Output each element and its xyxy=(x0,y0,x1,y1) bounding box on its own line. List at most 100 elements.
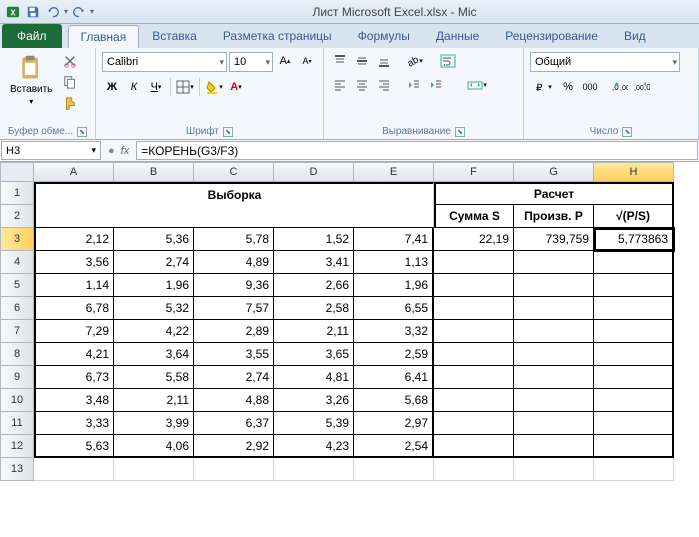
cell[interactable]: 2,11 xyxy=(114,389,194,412)
row-header-12[interactable]: 12 xyxy=(0,435,34,458)
tab-home[interactable]: Главная xyxy=(68,25,140,48)
cell[interactable]: 5,32 xyxy=(114,297,194,320)
fill-color-button[interactable]: ▾ xyxy=(204,78,224,96)
spreadsheet-grid[interactable]: A B C D E F G H 1 Выборка Расчет 2 Сумма… xyxy=(0,162,699,481)
cell[interactable]: 2,66 xyxy=(274,274,354,297)
tab-formulas[interactable]: Формулы xyxy=(345,24,423,48)
select-all-corner[interactable] xyxy=(0,162,34,182)
cell[interactable] xyxy=(594,458,674,481)
cell[interactable]: 3,99 xyxy=(114,412,194,435)
cell-root[interactable]: √(P/S) xyxy=(594,205,674,228)
align-left-icon[interactable] xyxy=(330,76,350,94)
row-header-6[interactable]: 6 xyxy=(0,297,34,320)
cell[interactable]: 5,63 xyxy=(34,435,114,458)
cell[interactable]: 2,54 xyxy=(354,435,434,458)
cell[interactable]: 4,88 xyxy=(194,389,274,412)
row-header-2[interactable]: 2 xyxy=(0,205,34,228)
cell[interactable] xyxy=(434,389,514,412)
cell[interactable] xyxy=(514,320,594,343)
font-launcher[interactable]: ⬊ xyxy=(223,127,233,137)
grow-font-icon[interactable]: A▴ xyxy=(275,52,295,70)
cell[interactable]: 2,92 xyxy=(194,435,274,458)
tab-layout[interactable]: Разметка страницы xyxy=(210,24,345,48)
cell[interactable] xyxy=(594,251,674,274)
font-name-combo[interactable]: Calibri xyxy=(102,52,227,72)
tab-view[interactable]: Вид xyxy=(611,24,659,48)
save-icon[interactable] xyxy=(24,3,42,21)
cell[interactable]: 1,14 xyxy=(34,274,114,297)
number-launcher[interactable]: ⬊ xyxy=(622,127,632,137)
col-header-B[interactable]: B xyxy=(114,162,194,182)
cell[interactable]: 3,48 xyxy=(34,389,114,412)
cell[interactable]: 6,37 xyxy=(194,412,274,435)
cell[interactable]: 7,29 xyxy=(34,320,114,343)
formula-input[interactable]: =КОРЕНЬ(G3/F3) xyxy=(136,141,698,160)
cell[interactable]: 3,55 xyxy=(194,343,274,366)
cell[interactable] xyxy=(34,458,114,481)
shrink-font-icon[interactable]: A▾ xyxy=(297,52,317,70)
clipboard-launcher[interactable]: ⬊ xyxy=(77,127,87,137)
cell[interactable]: 3,33 xyxy=(34,412,114,435)
row-header-5[interactable]: 5 xyxy=(0,274,34,297)
cell[interactable]: 7,57 xyxy=(194,297,274,320)
cell[interactable] xyxy=(594,343,674,366)
cell[interactable] xyxy=(434,366,514,389)
cell[interactable]: 1,52 xyxy=(274,228,354,251)
border-button[interactable]: ▾ xyxy=(175,78,195,96)
cell[interactable] xyxy=(514,251,594,274)
cell[interactable]: 6,41 xyxy=(354,366,434,389)
cell[interactable] xyxy=(594,435,674,458)
cell[interactable]: 2,12 xyxy=(34,228,114,251)
cell[interactable] xyxy=(434,251,514,274)
col-header-D[interactable]: D xyxy=(274,162,354,182)
cell[interactable] xyxy=(514,297,594,320)
col-header-G[interactable]: G xyxy=(514,162,594,182)
orientation-icon[interactable]: ab▾ xyxy=(404,52,424,70)
cell[interactable] xyxy=(114,458,194,481)
cell-sumS[interactable]: Сумма S xyxy=(434,205,514,228)
format-painter-icon[interactable] xyxy=(60,94,80,112)
cell[interactable]: 3,32 xyxy=(354,320,434,343)
row-header-3[interactable]: 3 xyxy=(0,228,34,251)
align-bottom-icon[interactable] xyxy=(374,52,394,70)
cell[interactable] xyxy=(594,320,674,343)
align-center-icon[interactable] xyxy=(352,76,372,94)
cell[interactable]: 2,97 xyxy=(354,412,434,435)
cell[interactable]: 1,13 xyxy=(354,251,434,274)
increase-decimal-icon[interactable]: ,0,00 xyxy=(610,78,630,96)
wrap-text-icon[interactable] xyxy=(438,52,458,70)
tab-data[interactable]: Данные xyxy=(423,24,492,48)
font-color-button[interactable]: A▾ xyxy=(226,78,246,96)
cell[interactable]: 3,64 xyxy=(114,343,194,366)
bold-button[interactable]: Ж xyxy=(102,78,122,96)
name-box[interactable]: H3 xyxy=(1,141,101,160)
row-header-11[interactable]: 11 xyxy=(0,412,34,435)
row-header-1[interactable]: 1 xyxy=(0,182,34,205)
cell[interactable] xyxy=(594,366,674,389)
cell[interactable]: 4,23 xyxy=(274,435,354,458)
col-header-F[interactable]: F xyxy=(434,162,514,182)
cell[interactable] xyxy=(514,343,594,366)
cell-sample-header[interactable]: Выборка xyxy=(34,182,434,205)
copy-icon[interactable] xyxy=(60,73,80,91)
merge-cells-icon[interactable]: ▾ xyxy=(460,76,494,94)
decrease-indent-icon[interactable] xyxy=(404,76,424,94)
cell[interactable]: 5,68 xyxy=(354,389,434,412)
tab-file[interactable]: Файл xyxy=(2,24,62,48)
cell[interactable]: 2,58 xyxy=(274,297,354,320)
row-header-4[interactable]: 4 xyxy=(0,251,34,274)
undo-icon[interactable] xyxy=(44,3,62,21)
cell-prodP[interactable]: Произв. P xyxy=(514,205,594,228)
cell[interactable]: 9,36 xyxy=(194,274,274,297)
underline-button[interactable]: Ч▾ xyxy=(146,78,166,96)
cell[interactable] xyxy=(354,458,434,481)
cell[interactable]: 6,78 xyxy=(34,297,114,320)
thousands-icon[interactable]: 000 xyxy=(580,78,600,96)
cell[interactable] xyxy=(514,435,594,458)
align-top-icon[interactable] xyxy=(330,52,350,70)
align-right-icon[interactable] xyxy=(374,76,394,94)
decrease-decimal-icon[interactable]: ,00,0 xyxy=(632,78,652,96)
cell[interactable] xyxy=(594,389,674,412)
cell[interactable]: 6,73 xyxy=(34,366,114,389)
cell[interactable] xyxy=(194,458,274,481)
